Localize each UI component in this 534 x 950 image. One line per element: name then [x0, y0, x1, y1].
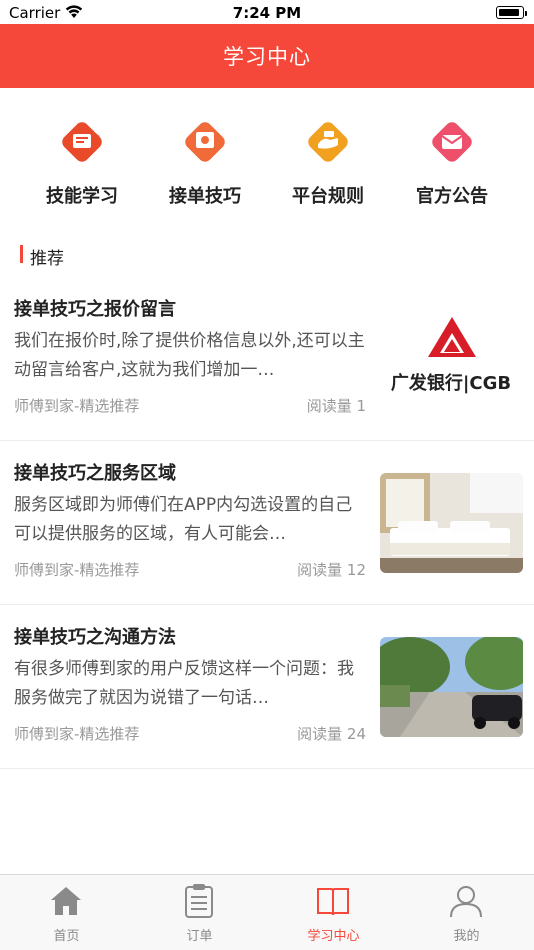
- article-item[interactable]: 接单技巧之报价留言 我们在报价时,除了提供价格信息以外,还可以主动留言给客户,这…: [0, 277, 534, 441]
- article-thumbnail: [380, 473, 523, 573]
- article-read-count: 阅读量 12: [297, 561, 366, 579]
- tab-label: 订单: [186, 929, 213, 944]
- tab-bar: 首页 订单 学习中心 我的: [0, 874, 534, 950]
- tab-label: 我的: [453, 929, 480, 944]
- cgb-logo-image: 广发银行|CGB: [391, 317, 511, 394]
- battery-icon: [496, 6, 527, 19]
- skill-learning-icon: [58, 118, 106, 166]
- page-title: 学习中心: [223, 45, 311, 69]
- bedroom-photo: [380, 473, 523, 573]
- article-summary: 服务区域即为师傅们在APP内勾选设置的自己可以提供服务的区域，有人可能会…: [14, 495, 353, 544]
- article-summary: 我们在报价时,除了提供价格信息以外,还可以主动留言给客户,这就为我们增加一…: [14, 331, 365, 380]
- tab-label: 学习中心: [307, 929, 360, 944]
- category-label: 官方公告: [416, 186, 488, 207]
- platform-rules-icon: [304, 118, 352, 166]
- clipboard-icon: [181, 883, 217, 919]
- article-title: 接单技巧之报价留言: [14, 299, 176, 320]
- tab-learning-center[interactable]: 学习中心: [267, 875, 400, 950]
- category-skill-learning[interactable]: 技能学习: [22, 112, 142, 212]
- book-icon: [315, 883, 351, 919]
- status-bar: Carrier 7:24 PM: [0, 0, 534, 24]
- article-source: 师傅到家-精选推荐: [14, 397, 140, 415]
- article-read-count: 阅读量 1: [306, 397, 366, 415]
- category-platform-rules[interactable]: 平台规则: [268, 112, 388, 212]
- navigation-bar: 学习中心: [0, 24, 534, 88]
- article-summary: 有很多师傅到家的用户反馈这样一个问题：我服务做完了就因为说错了一句话…: [14, 659, 354, 708]
- article-item[interactable]: 接单技巧之沟通方法 有很多师傅到家的用户反馈这样一个问题：我服务做完了就因为说错…: [0, 605, 534, 769]
- article-read-count: 阅读量 24: [297, 725, 366, 743]
- profile-icon: [448, 883, 484, 919]
- section-accent-bar: [20, 245, 23, 263]
- article-item[interactable]: 接单技巧之服务区域 服务区域即为师傅们在APP内勾选设置的自己可以提供服务的区域…: [0, 441, 534, 605]
- street-photo: [380, 637, 523, 737]
- category-label: 接单技巧: [169, 186, 241, 207]
- article-thumbnail: [380, 637, 523, 737]
- category-announcement[interactable]: 官方公告: [392, 112, 512, 212]
- article-thumbnail: 广发银行|CGB: [380, 309, 523, 409]
- article-title: 接单技巧之服务区域: [14, 463, 176, 484]
- section-title: 推荐: [30, 249, 64, 269]
- order-tips-icon: [181, 118, 229, 166]
- tab-label: 首页: [53, 929, 80, 944]
- category-grid: 技能学习 接单技巧 平台规则 官方公告: [0, 88, 534, 224]
- article-title: 接单技巧之沟通方法: [14, 627, 176, 648]
- tab-orders[interactable]: 订单: [133, 875, 266, 950]
- tab-home[interactable]: 首页: [0, 875, 133, 950]
- category-order-tips[interactable]: 接单技巧: [145, 112, 265, 212]
- clock: 7:24 PM: [232, 4, 302, 22]
- article-source: 师傅到家-精选推荐: [14, 725, 140, 743]
- category-label: 技能学习: [46, 186, 118, 207]
- tab-profile[interactable]: 我的: [400, 875, 533, 950]
- article-source: 师傅到家-精选推荐: [14, 561, 140, 579]
- category-label: 平台规则: [292, 186, 364, 207]
- announcement-icon: [428, 118, 476, 166]
- home-icon: [48, 883, 84, 919]
- cgb-logo-text: 广发银行|CGB: [391, 372, 511, 394]
